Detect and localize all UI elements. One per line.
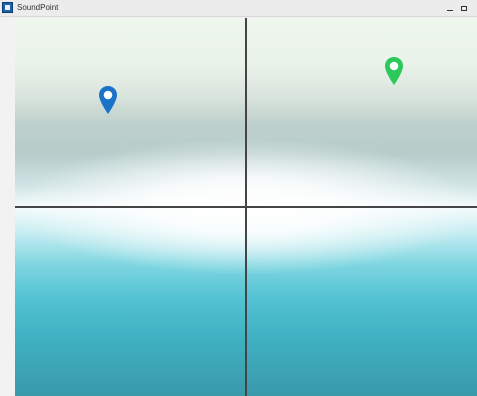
maximize-icon [461,5,467,11]
map-pin-icon [99,86,117,114]
minimize-icon [447,9,453,11]
sound-field-canvas[interactable] [15,18,477,396]
map-pin-icon [385,57,403,85]
app-window: SoundPoint [0,0,477,396]
app-icon [2,2,13,13]
window-title: SoundPoint [17,3,59,12]
horizontal-grid-line [15,206,477,208]
maximize-button[interactable] [456,0,472,16]
blue-location-marker[interactable] [98,85,118,115]
title-bar[interactable]: SoundPoint [0,0,477,17]
green-location-marker[interactable] [384,56,404,86]
